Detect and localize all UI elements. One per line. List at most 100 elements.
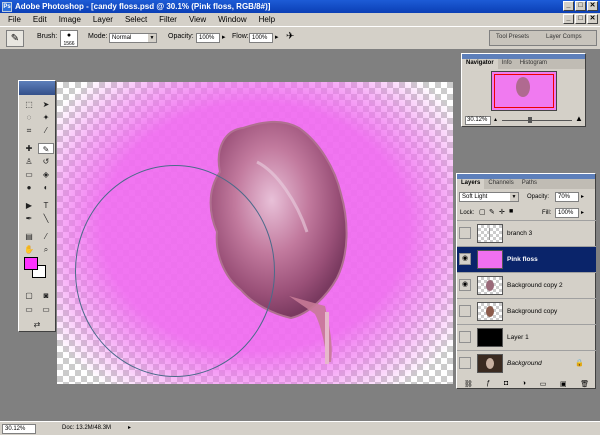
status-menu-arrow-icon[interactable]: ▸ bbox=[128, 424, 131, 431]
history-brush-icon[interactable]: ↺ bbox=[38, 156, 54, 167]
fullscreen-menu-icon[interactable]: ▭ bbox=[38, 304, 54, 315]
tab-layers[interactable]: Layers bbox=[457, 179, 485, 189]
tab-navigator[interactable]: Navigator bbox=[462, 59, 498, 69]
notes-tool-icon[interactable]: ▤ bbox=[21, 231, 37, 242]
menu-view[interactable]: View bbox=[183, 15, 212, 24]
visibility-toggle[interactable] bbox=[459, 357, 471, 369]
minimize-button[interactable]: _ bbox=[563, 1, 574, 11]
layer-row-pink-floss[interactable]: ◉ Pink floss bbox=[457, 246, 596, 272]
line-tool-icon[interactable]: ╲ bbox=[38, 213, 54, 224]
layer-thumbnail bbox=[477, 354, 503, 373]
flow-field[interactable]: 100% bbox=[249, 33, 273, 43]
clone-stamp-icon[interactable]: ♙ bbox=[21, 156, 37, 167]
screen-mode-icon[interactable]: ▭ bbox=[21, 304, 37, 315]
mode-select[interactable]: Normal ▼ bbox=[109, 33, 157, 43]
zoom-slider-handle[interactable] bbox=[528, 117, 532, 123]
maximize-button[interactable]: □ bbox=[575, 1, 586, 11]
fill-arrow-icon[interactable]: ▸ bbox=[581, 209, 584, 216]
add-mask-icon[interactable]: ◘ bbox=[504, 380, 508, 387]
layer-name: Background copy bbox=[507, 308, 558, 315]
tab-paths[interactable]: Paths bbox=[518, 179, 541, 189]
menu-select[interactable]: Select bbox=[119, 15, 153, 24]
blend-mode-select[interactable]: Soft Light ▼ bbox=[459, 192, 519, 202]
visibility-toggle[interactable] bbox=[459, 331, 471, 343]
fill-field[interactable]: 100% bbox=[555, 208, 579, 218]
layer-row-background[interactable]: Background 🔒 bbox=[457, 350, 596, 376]
airbrush-icon[interactable]: ✈ bbox=[286, 31, 294, 42]
layer-name: branch 3 bbox=[507, 230, 533, 237]
visibility-toggle[interactable] bbox=[459, 305, 471, 317]
foreground-color-swatch[interactable] bbox=[24, 257, 38, 270]
navigator-zoom-field[interactable]: 30.12% bbox=[465, 116, 491, 125]
zoom-out-icon[interactable]: ▴ bbox=[494, 116, 497, 123]
lock-position-icon[interactable]: ✛ bbox=[499, 208, 505, 216]
layer-row-branch-3[interactable]: branch 3 bbox=[457, 220, 596, 246]
flow-arrow-icon[interactable]: ▸ bbox=[275, 33, 279, 41]
imageready-jump-icon[interactable]: ⇄ bbox=[29, 319, 45, 330]
lock-image-icon[interactable]: ✎ bbox=[489, 208, 495, 216]
brush-tool-icon[interactable]: ✎ bbox=[38, 143, 54, 154]
eyedropper-icon[interactable]: ⁄ bbox=[38, 231, 54, 242]
tab-channels[interactable]: Channels bbox=[484, 179, 517, 189]
dodge-tool-icon[interactable]: ◐ bbox=[38, 182, 54, 193]
opacity-field[interactable]: 100% bbox=[196, 33, 220, 43]
crop-tool-icon[interactable]: ⌗ bbox=[21, 125, 37, 136]
layer-opacity-arrow-icon[interactable]: ▸ bbox=[581, 193, 584, 200]
type-tool-icon[interactable]: T bbox=[38, 200, 54, 211]
standard-mode-icon[interactable]: ▢ bbox=[21, 290, 37, 301]
doc-close-button[interactable]: ✕ bbox=[587, 14, 598, 24]
path-selection-icon[interactable]: ▶ bbox=[21, 200, 37, 211]
doc-restore-button[interactable]: □ bbox=[575, 14, 586, 24]
magic-wand-icon[interactable]: ✦ bbox=[38, 112, 54, 123]
menu-filter[interactable]: Filter bbox=[153, 15, 183, 24]
doc-minimize-button[interactable]: _ bbox=[563, 14, 574, 24]
toolbox-header[interactable] bbox=[19, 81, 55, 95]
close-button[interactable]: ✕ bbox=[587, 1, 598, 11]
delete-layer-icon[interactable]: 🗑 bbox=[580, 380, 589, 388]
link-layers-icon[interactable]: ⛓ bbox=[464, 380, 473, 388]
navigator-thumbnail[interactable] bbox=[491, 71, 557, 111]
layer-style-icon[interactable]: ƒ bbox=[486, 380, 490, 387]
menu-file[interactable]: File bbox=[2, 15, 27, 24]
menu-help[interactable]: Help bbox=[253, 15, 281, 24]
lock-all-icon[interactable]: ■ bbox=[509, 208, 513, 215]
status-zoom-field[interactable]: 30.12% bbox=[2, 424, 36, 434]
brush-tool-preset-icon[interactable]: ✎ bbox=[6, 30, 24, 47]
layer-opacity-field[interactable]: 70% bbox=[555, 192, 579, 202]
brush-picker[interactable]: ● 1566 bbox=[60, 30, 78, 47]
layer-comps-tab[interactable]: Layer Comps bbox=[546, 34, 582, 40]
hand-tool-icon[interactable]: ✋ bbox=[21, 244, 37, 255]
layer-row-layer-1[interactable]: Layer 1 bbox=[457, 324, 596, 350]
lock-transparency-icon[interactable]: ▢ bbox=[479, 208, 486, 216]
blur-tool-icon[interactable]: ● bbox=[21, 182, 37, 193]
tool-presets-tab[interactable]: Tool Presets bbox=[496, 34, 529, 40]
eye-icon[interactable]: ◉ bbox=[459, 279, 471, 291]
visibility-toggle[interactable] bbox=[459, 227, 471, 239]
opacity-arrow-icon[interactable]: ▸ bbox=[222, 33, 226, 41]
adjustment-layer-icon[interactable]: ◑ bbox=[522, 380, 526, 387]
new-layer-icon[interactable]: ▣ bbox=[560, 380, 567, 388]
lasso-tool-icon[interactable]: ◌ bbox=[21, 112, 37, 123]
quick-mask-icon[interactable]: ◙ bbox=[38, 290, 54, 301]
menu-edit[interactable]: Edit bbox=[27, 15, 53, 24]
layer-row-background-copy-2[interactable]: ◉ Background copy 2 bbox=[457, 272, 596, 298]
menu-image[interactable]: Image bbox=[53, 15, 87, 24]
zoom-in-icon[interactable]: ▲ bbox=[575, 114, 583, 123]
marquee-tool-icon[interactable]: ⬚ bbox=[21, 99, 37, 110]
tab-histogram[interactable]: Histogram bbox=[516, 59, 551, 69]
document-canvas[interactable] bbox=[57, 82, 453, 384]
menu-layer[interactable]: Layer bbox=[87, 15, 119, 24]
healing-brush-icon[interactable]: ✚ bbox=[21, 143, 37, 154]
new-group-icon[interactable]: ▭ bbox=[540, 380, 547, 388]
move-tool-icon[interactable]: ➤ bbox=[38, 99, 54, 110]
eye-icon[interactable]: ◉ bbox=[459, 253, 471, 265]
menu-window[interactable]: Window bbox=[212, 15, 252, 24]
layer-row-background-copy[interactable]: Background copy bbox=[457, 298, 596, 324]
paint-bucket-icon[interactable]: ◈ bbox=[38, 169, 54, 180]
eraser-tool-icon[interactable]: ▭ bbox=[21, 169, 37, 180]
slice-tool-icon[interactable]: ⁄ bbox=[38, 125, 54, 136]
navigator-zoom-slider[interactable] bbox=[502, 120, 572, 121]
zoom-tool-icon[interactable]: ⌕ bbox=[38, 244, 54, 255]
tab-info[interactable]: Info bbox=[498, 59, 516, 69]
pen-tool-icon[interactable]: ✒ bbox=[21, 213, 37, 224]
